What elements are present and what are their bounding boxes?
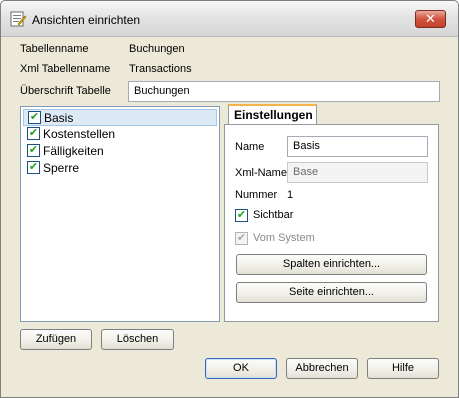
xml-name-label: Xml-Name [235, 167, 287, 179]
window-title: Ansichten einrichten [32, 13, 141, 27]
caption-input[interactable]: Buchungen [128, 81, 440, 102]
number-label: Nummer [235, 189, 278, 201]
check-icon[interactable]: ✔ [28, 111, 41, 124]
settings-dialog-icon [9, 10, 27, 28]
settings-panel: Name Basis Xml-Name Base Nummer 1 ✔ Sich… [224, 124, 439, 322]
list-item-basis[interactable]: ✔ Basis [23, 109, 217, 126]
visible-checkbox[interactable]: ✔ [235, 209, 248, 222]
list-item-label: Basis [44, 111, 74, 125]
list-item-label: Fälligkeiten [43, 144, 104, 158]
tablename-value: Buchungen [129, 43, 185, 55]
caption-label: Überschrift Tabelle [20, 85, 111, 97]
list-item-label: Kostenstellen [43, 127, 116, 141]
list-item-faelligkeiten[interactable]: ✔ Fälligkeiten [23, 143, 217, 160]
ok-button[interactable]: OK [205, 358, 277, 379]
xml-name-input: Base [287, 162, 428, 183]
tab-einstellungen[interactable]: Einstellungen [228, 104, 317, 125]
check-icon[interactable]: ✔ [27, 127, 40, 140]
close-button[interactable]: ✕ [415, 10, 446, 28]
columns-setup-button[interactable]: Spalten einrichten... [236, 254, 427, 275]
close-icon: ✕ [425, 11, 436, 26]
check-icon[interactable]: ✔ [27, 161, 40, 174]
list-item-kostenstellen[interactable]: ✔ Kostenstellen [23, 126, 217, 143]
visible-label: Sichtbar [253, 209, 294, 221]
list-item-sperre[interactable]: ✔ Sperre [23, 160, 217, 177]
views-list[interactable]: ✔ Basis ✔ Kostenstellen ✔ Fälligkeiten ✔… [20, 106, 220, 322]
list-item-label: Sperre [43, 161, 80, 175]
add-button[interactable]: Zufügen [20, 329, 92, 350]
help-button[interactable]: Hilfe [367, 358, 439, 379]
page-setup-button[interactable]: Seite einrichten... [236, 282, 427, 303]
dialog-window: Ansichten einrichten ✕ Tabellenname Buch… [0, 0, 459, 398]
name-label: Name [235, 141, 265, 153]
xml-tablename-label: Xml Tabellenname [20, 63, 111, 75]
system-checkbox: ✔ [235, 232, 248, 245]
number-value: 1 [287, 189, 294, 201]
cancel-button[interactable]: Abbrechen [286, 358, 358, 379]
name-input[interactable]: Basis [287, 136, 428, 157]
xml-tablename-value: Transactions [129, 63, 192, 75]
tablename-label: Tabellenname [20, 43, 89, 55]
delete-button[interactable]: Löschen [101, 329, 174, 350]
system-label: Vom System [253, 232, 315, 244]
title-bar[interactable]: Ansichten einrichten ✕ [1, 1, 458, 37]
check-icon[interactable]: ✔ [27, 144, 40, 157]
